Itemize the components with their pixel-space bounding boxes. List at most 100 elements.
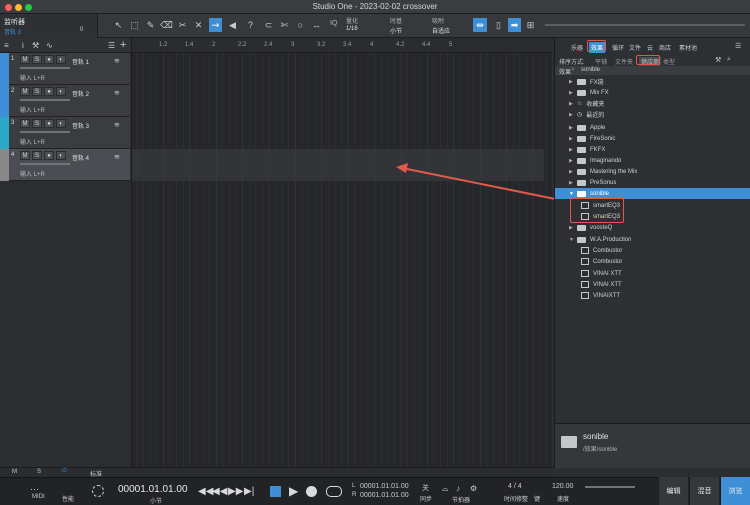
timebase-select[interactable]: 小节 xyxy=(390,26,402,35)
solo-button[interactable]: S xyxy=(32,55,42,64)
help-icon[interactable]: ? xyxy=(244,18,257,32)
menu-icon[interactable]: ≡ xyxy=(4,41,9,50)
track-row[interactable]: 3 M S ● ◐ 音轨 3 输入 L+R ≋ xyxy=(0,117,130,149)
tree-item-plugin[interactable]: Combustor xyxy=(555,256,750,267)
scissor-icon[interactable]: ✄ xyxy=(278,18,291,32)
tree-item-plugin[interactable]: Combustor xyxy=(555,245,750,256)
tree-item-plugin[interactable]: VINAI XTT xyxy=(555,279,750,290)
expand-arrow-icon[interactable]: ▶ xyxy=(569,180,577,186)
play-button[interactable]: ▶ xyxy=(289,484,298,498)
zoom-slider[interactable] xyxy=(545,24,745,26)
volume-fader[interactable] xyxy=(20,67,70,69)
track-name[interactable]: 音轨 4 xyxy=(72,153,89,162)
loop-end[interactable]: 00001.01.01.00 xyxy=(360,492,409,499)
arrangement-area[interactable] xyxy=(132,53,554,467)
browser-menu-icon[interactable]: ☰ xyxy=(735,42,741,50)
go-to-end-icon[interactable]: ▶| xyxy=(244,486,254,497)
track-row[interactable]: 1 M S ● ◐ 音轨 1 输入 L+R ≋ xyxy=(0,53,130,85)
quantize-select[interactable]: 1/16 xyxy=(346,26,358,32)
track-input[interactable]: 输入 L+R xyxy=(20,169,45,178)
info-icon[interactable]: i xyxy=(22,41,24,50)
tree-item[interactable]: ▼ W.A.Production xyxy=(555,234,750,245)
tree-item[interactable]: ▶ Apple xyxy=(555,122,750,133)
forward-icon[interactable]: ▶▶ xyxy=(228,486,243,497)
expand-arrow-icon[interactable]: ▶ xyxy=(569,90,577,96)
tab-shop[interactable]: 商店 xyxy=(657,42,673,53)
track-input[interactable]: 输入 L+R xyxy=(20,105,45,114)
volume-fader[interactable] xyxy=(20,131,70,133)
key-label[interactable]: 键 xyxy=(534,494,540,503)
expand-arrow-icon[interactable]: ▶ xyxy=(569,147,577,153)
expand-arrow-icon[interactable]: ▶ xyxy=(569,225,577,231)
tab-instruments[interactable]: 乐器 xyxy=(569,42,585,53)
sort-type[interactable]: 类型 xyxy=(663,57,675,66)
automation-icon[interactable]: ∿ xyxy=(46,41,53,50)
track-name[interactable]: 音轨 2 xyxy=(72,89,89,98)
play-cursor-icon[interactable]: ▯ xyxy=(492,18,505,32)
listen-tool-icon[interactable]: ◀ xyxy=(226,18,239,32)
slip-icon[interactable]: ↔ xyxy=(310,18,323,32)
split-tool-icon[interactable]: ✂ xyxy=(176,18,189,32)
solo-button[interactable]: S xyxy=(32,151,42,160)
track-name[interactable]: 音轨 3 xyxy=(72,121,89,130)
rewind-icon[interactable]: ◀◀ xyxy=(212,486,227,497)
track-input[interactable]: 输入 L+R xyxy=(20,73,45,82)
tree-item-plugin[interactable]: VINAIXTT xyxy=(555,290,750,301)
expand-arrow-icon[interactable]: ▶ xyxy=(569,101,577,107)
global-solo[interactable]: S xyxy=(37,469,41,475)
snap-select[interactable]: 自适应 xyxy=(432,26,450,35)
expand-arrow-icon[interactable]: ▶ xyxy=(569,169,577,175)
tree-item-plugin[interactable]: VINAI XTT xyxy=(555,268,750,279)
monitor-button[interactable]: ◐ xyxy=(56,119,66,128)
breadcrumb-item[interactable]: 效果 xyxy=(559,67,571,76)
sync-value[interactable]: 关 xyxy=(422,483,429,493)
collapse-arrow-icon[interactable]: ▼ xyxy=(569,191,577,197)
tree-item[interactable]: ▶ FX链 xyxy=(555,76,750,87)
record-button[interactable]: ● xyxy=(44,119,54,128)
expand-arrow-icon[interactable]: ▶ xyxy=(569,79,577,85)
arrow-tool-icon[interactable]: ↖ xyxy=(112,18,125,32)
position-display[interactable]: 00001.01.01.00 xyxy=(118,484,188,495)
mute-button[interactable]: M xyxy=(20,87,30,96)
track-name[interactable]: 音轨 1 xyxy=(72,57,89,66)
expand-arrow-icon[interactable]: ▶ xyxy=(569,158,577,164)
track-input[interactable]: 输入 L+R xyxy=(20,137,45,146)
tempo-display[interactable]: 120.00 xyxy=(552,483,573,490)
tree-item[interactable]: ▶ Mastering the Mix xyxy=(555,166,750,177)
monitor-button[interactable]: ◐ xyxy=(56,151,66,160)
power-icon[interactable]: ⏻ xyxy=(62,468,67,475)
tree-item[interactable]: ▶ PreSonus xyxy=(555,177,750,188)
tree-item[interactable]: ▶ Imaginando xyxy=(555,155,750,166)
add-track-icon[interactable]: + xyxy=(120,39,126,51)
loop-button[interactable] xyxy=(326,486,342,497)
track-row-selected[interactable]: 4 M S ● ◐ 音轨 4 输入 L+R ≋ xyxy=(0,149,130,181)
tree-item[interactable]: ▶ FireSonic xyxy=(555,133,750,144)
monitor-button[interactable]: ◐ xyxy=(56,87,66,96)
sort-flat[interactable]: 平铺 xyxy=(595,57,607,66)
edit-view-button[interactable]: 编辑 xyxy=(658,477,688,505)
master-volume-slider[interactable] xyxy=(585,486,635,488)
list-icon[interactable]: ☰ xyxy=(108,41,115,50)
solo-button[interactable]: S xyxy=(32,119,42,128)
tab-files[interactable]: 文件 xyxy=(627,42,643,53)
tree-item[interactable]: ▶ FKFX xyxy=(555,144,750,155)
breadcrumb-item[interactable]: sonible xyxy=(581,67,600,73)
record-button[interactable]: ● xyxy=(44,151,54,160)
volume-fader[interactable] xyxy=(20,163,70,165)
grid-menu-icon[interactable]: ⊞ xyxy=(524,18,537,32)
precount-icon[interactable]: ⌓ xyxy=(442,484,448,494)
pencil-tool-icon[interactable]: ✎ xyxy=(144,18,157,32)
mute-button[interactable]: M xyxy=(20,55,30,64)
metronome-settings-icon[interactable]: ⚙ xyxy=(470,484,477,493)
zoom-icon[interactable]: ○ xyxy=(294,18,307,32)
tree-item[interactable]: ▶ Mix FX xyxy=(555,87,750,98)
expand-arrow-icon[interactable]: ▶ xyxy=(569,125,577,131)
metronome-icon[interactable]: ♪ xyxy=(456,484,460,493)
monitor-button[interactable]: ◐ xyxy=(56,55,66,64)
expand-arrow-icon[interactable]: ▶ xyxy=(569,112,577,118)
mute-tool-icon[interactable]: ✕ xyxy=(192,18,205,32)
mute-button[interactable]: M xyxy=(20,151,30,160)
wrench-icon[interactable]: ⚒ xyxy=(715,56,721,64)
eraser-tool-icon[interactable]: ⌫ xyxy=(160,18,173,32)
time-signature[interactable]: 4 / 4 xyxy=(508,483,522,490)
